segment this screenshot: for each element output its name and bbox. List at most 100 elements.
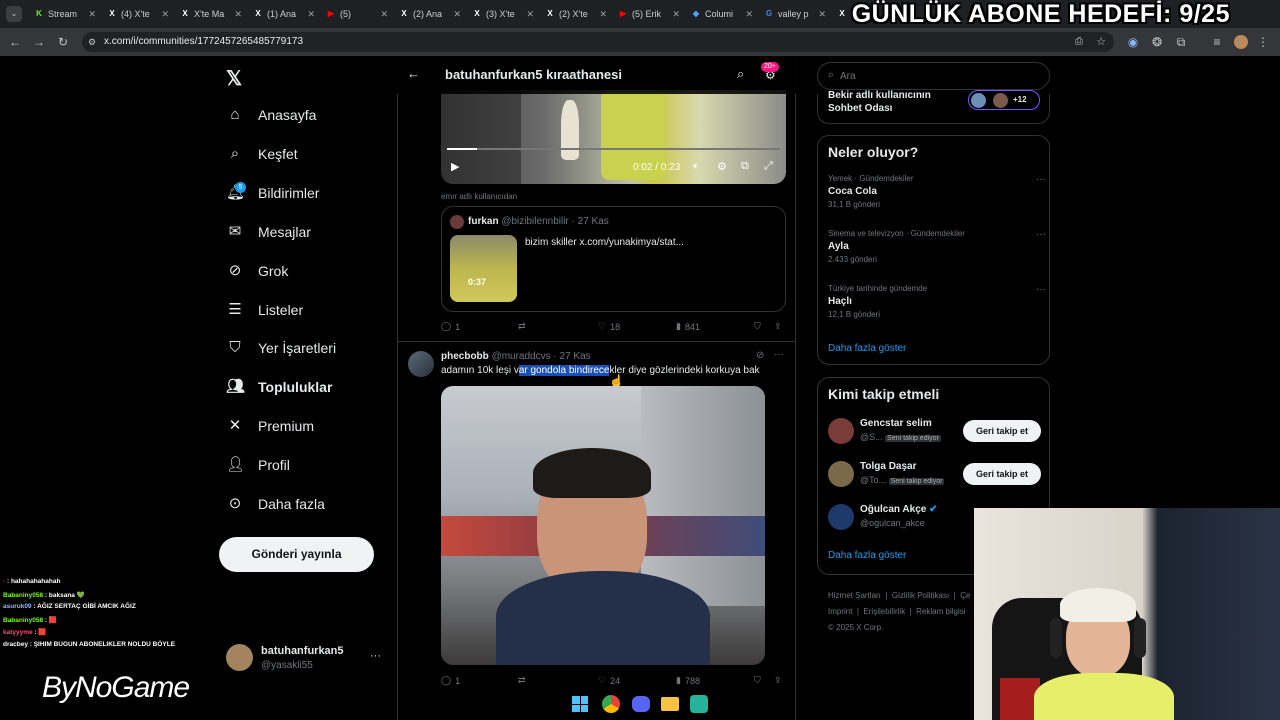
app-icon[interactable] bbox=[690, 695, 708, 713]
trend-more-icon[interactable]: ··· bbox=[1036, 174, 1046, 185]
kebab-menu-icon[interactable]: ⋮ bbox=[1254, 33, 1272, 51]
nav-item-mesajlar[interactable]: ✉ Mesajlar bbox=[226, 223, 311, 241]
search-box[interactable]: ⌕ bbox=[817, 62, 1050, 90]
video-progress-track[interactable] bbox=[447, 148, 780, 150]
browser-tab[interactable]: ▶ (5) ✕ bbox=[320, 4, 392, 24]
browser-tab[interactable]: X (4) X'te ✕ bbox=[101, 4, 173, 24]
footer-link[interactable]: Hizmet Şartları bbox=[828, 591, 881, 600]
trend-item[interactable]: Türkiye tarihinde gündemde Haçlı 12,1 B gö… bbox=[828, 284, 1046, 319]
footer-link[interactable]: Imprint bbox=[828, 607, 852, 616]
share-action-2[interactable]: ⇪ bbox=[774, 675, 782, 686]
who-show-more[interactable]: Daha fazla göster bbox=[828, 550, 906, 561]
bookmark-action-2[interactable]: ⛉ bbox=[754, 675, 761, 686]
tab-close-icon[interactable]: ✕ bbox=[599, 9, 607, 20]
trend-item[interactable]: Yemek · Gündemdekiler Coca Cola 31,1 B gön… bbox=[828, 174, 1046, 209]
share-action[interactable]: ⇪ bbox=[774, 321, 782, 332]
quoted-post[interactable]: furkan @bizibilennbilir · 27 Kas 0:37 bi… bbox=[441, 206, 786, 312]
tab-search-button[interactable]: ⌄ bbox=[6, 6, 22, 22]
volume-icon[interactable]: 🔈︎ bbox=[693, 160, 700, 173]
tab-close-icon[interactable]: ✕ bbox=[818, 9, 826, 20]
fullscreen-icon[interactable]: ⤢ bbox=[764, 160, 773, 173]
nav-item-premium[interactable]: ✕ Premium bbox=[226, 417, 314, 435]
follow-suggestion[interactable]: Tolga Daşar @To... Seni takip ediyor Geri … bbox=[828, 461, 1041, 491]
header-search-icon[interactable]: ⌕ bbox=[737, 66, 744, 82]
puzzle-icon[interactable]: ⧉ bbox=[1172, 33, 1190, 51]
browser-tab[interactable]: Gvalley p ✕ bbox=[758, 4, 830, 24]
nav-item-profil[interactable]: 👤︎ Profil bbox=[226, 456, 290, 474]
repost-action-2[interactable]: ⇄ bbox=[518, 675, 526, 686]
url-field[interactable]: x.com/i/communities/1772457265485779173 bbox=[82, 32, 1114, 52]
tab-close-icon[interactable]: ✕ bbox=[161, 9, 169, 20]
forward-icon[interactable]: → bbox=[30, 33, 48, 51]
profile-avatar[interactable] bbox=[1234, 35, 1248, 49]
nav-item-anasayfa[interactable]: ⌂ Anasayfa bbox=[226, 106, 316, 124]
reload-icon[interactable]: ↻ bbox=[54, 33, 72, 51]
post-video[interactable] bbox=[441, 386, 765, 665]
nav-item-topluluklar[interactable]: 👥︎ Topluluklar bbox=[226, 378, 332, 396]
footer-link[interactable]: Erişilebilirlik bbox=[863, 607, 905, 616]
like-action[interactable]: ♡ 18 bbox=[598, 321, 620, 332]
tab-menu-icon[interactable]: ≡ bbox=[1208, 33, 1226, 51]
nav-item-yer-i-şaretleri[interactable]: ⛉ Yer İşaretleri bbox=[226, 339, 336, 357]
media-icon[interactable]: ◉ bbox=[1124, 33, 1142, 51]
trend-more-icon[interactable]: ··· bbox=[1036, 284, 1046, 295]
post-more-icon[interactable]: ··· bbox=[774, 349, 784, 360]
windows-start-icon[interactable] bbox=[572, 696, 588, 712]
tab-close-icon[interactable]: ✕ bbox=[234, 9, 242, 20]
post-button[interactable]: Gönderi yayınla bbox=[219, 537, 374, 572]
views-action-2[interactable]: ▮ 788 bbox=[676, 675, 700, 686]
repost-action[interactable]: ⇄ bbox=[518, 321, 526, 332]
browser-tab[interactable]: K Stream ✕ bbox=[28, 4, 100, 24]
nav-item-listeler[interactable]: ☰ Listeler bbox=[226, 301, 303, 319]
chatroom-card[interactable]: Bekir adlı kullanıcının Sohbet Odası +12 bbox=[817, 90, 1050, 124]
tab-close-icon[interactable]: ✕ bbox=[307, 9, 315, 20]
like-action-2[interactable]: ♡ 24 bbox=[598, 675, 620, 686]
trend-item[interactable]: Sinema ve televizyon · Gündemdekiler Ayla… bbox=[828, 229, 1046, 264]
trends-show-more[interactable]: Daha fazla göster bbox=[828, 343, 906, 354]
post-avatar[interactable] bbox=[408, 351, 434, 377]
reply-action[interactable]: ◯ 1 bbox=[441, 321, 460, 332]
tab-close-icon[interactable]: ✕ bbox=[672, 9, 680, 20]
views-action[interactable]: ▮ 841 bbox=[676, 321, 700, 332]
star-icon[interactable]: ☆ bbox=[1092, 33, 1110, 51]
chrome-icon[interactable] bbox=[602, 695, 620, 713]
site-info-icon[interactable]: ⚙ bbox=[88, 37, 96, 48]
tab-close-icon[interactable]: ✕ bbox=[526, 9, 534, 20]
video-player[interactable]: ▶ 0:02 / 0:23 🔈︎ ⚙ ⧉ ⤢ bbox=[441, 90, 786, 184]
tab-close-icon[interactable]: ✕ bbox=[453, 9, 461, 20]
browser-tab[interactable]: X (2) Ana ✕ bbox=[393, 4, 465, 24]
follow-back-button[interactable]: Geri takip et bbox=[963, 420, 1041, 442]
footer-link[interactable]: Çe bbox=[960, 591, 970, 600]
bookmark-action[interactable]: ⛉ bbox=[754, 321, 761, 332]
extension-icon[interactable]: ❂ bbox=[1148, 33, 1166, 51]
pip-icon[interactable]: ⧉ bbox=[741, 160, 749, 173]
post-author-handle[interactable]: @muraddcvs bbox=[492, 351, 551, 362]
nav-item-grok[interactable]: ⊘ Grok bbox=[226, 262, 289, 280]
play-icon[interactable]: ▶ bbox=[451, 160, 459, 173]
account-name[interactable]: batuhanfurkan5 bbox=[261, 645, 344, 657]
discord-icon[interactable] bbox=[632, 696, 650, 712]
browser-tab[interactable]: X (1) Ana ✕ bbox=[247, 4, 319, 24]
post-author-name[interactable]: phecbobb bbox=[441, 351, 489, 362]
file-explorer-icon[interactable] bbox=[661, 697, 679, 711]
back-arrow-icon[interactable]: ← bbox=[407, 66, 420, 81]
tab-close-icon[interactable]: ✕ bbox=[88, 9, 96, 20]
x-logo-icon[interactable]: 𝕏 bbox=[226, 66, 242, 91]
account-avatar[interactable] bbox=[226, 644, 253, 671]
footer-link[interactable]: Gizlilik Politikası bbox=[892, 591, 949, 600]
browser-tab[interactable]: ◆ Columi ✕ bbox=[685, 4, 757, 24]
account-menu-icon[interactable]: ··· bbox=[370, 650, 381, 662]
install-icon[interactable]: ⎙ bbox=[1070, 33, 1088, 51]
settings-icon[interactable]: ⚙ bbox=[717, 160, 727, 173]
reply-action-2[interactable]: ◯ 1 bbox=[441, 675, 460, 686]
nav-item-daha-fazla[interactable]: ⊙ Daha fazla bbox=[226, 495, 325, 513]
follow-suggestion[interactable]: Gencstar selim @S... Seni takip ediyor Ger… bbox=[828, 418, 1041, 448]
quote-thumbnail[interactable]: 0:37 bbox=[450, 235, 517, 302]
tab-close-icon[interactable]: ✕ bbox=[745, 9, 753, 20]
grok-post-icon[interactable]: ⊘ bbox=[756, 350, 764, 361]
tab-close-icon[interactable]: ✕ bbox=[380, 9, 388, 20]
footer-link[interactable]: Reklam bilgisi bbox=[916, 607, 965, 616]
browser-tab[interactable]: X X'te Ma ✕ bbox=[174, 4, 246, 24]
browser-tab[interactable]: ▶ (5) Erik ✕ bbox=[612, 4, 684, 24]
browser-tab[interactable]: X (2) X'te ✕ bbox=[539, 4, 611, 24]
